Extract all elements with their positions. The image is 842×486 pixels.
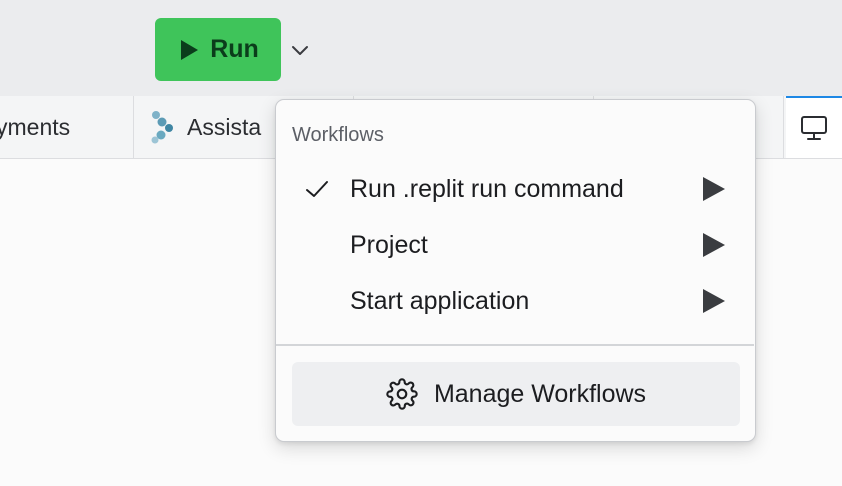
play-icon[interactable] <box>700 232 726 258</box>
chevron-down-icon <box>292 46 308 55</box>
menu-heading: Workflows <box>292 124 384 146</box>
tab-label: Assista <box>187 113 262 140</box>
tab-label: yments <box>0 113 71 140</box>
monitor-icon <box>801 116 827 140</box>
run-button[interactable]: Run <box>155 18 281 81</box>
run-options-dropdown-toggle[interactable] <box>288 38 312 62</box>
workflow-item-project[interactable]: Project <box>276 220 754 270</box>
workflow-item-label: Run .replit run command <box>350 175 624 203</box>
play-icon[interactable] <box>700 176 726 202</box>
checkmark-icon <box>306 181 328 197</box>
assistant-icon <box>151 111 173 144</box>
tab-deployments[interactable]: yments <box>0 96 134 158</box>
workflow-item-run-replit[interactable]: Run .replit run command <box>276 164 754 214</box>
workflow-item-label: Project <box>350 231 428 259</box>
workflow-item-start-application[interactable]: Start application <box>276 276 754 326</box>
workflows-dropdown-menu: Workflows Run .replit run command Projec… <box>275 99 756 442</box>
play-icon <box>181 39 199 60</box>
run-button-label: Run <box>210 35 259 63</box>
manage-workflows-button[interactable]: Manage Workflows <box>292 362 740 426</box>
play-icon[interactable] <box>700 288 726 314</box>
manage-workflows-label: Manage Workflows <box>433 379 647 408</box>
tab-webview[interactable] <box>786 96 842 158</box>
top-toolbar: Run <box>0 0 842 96</box>
gear-icon <box>386 378 418 410</box>
menu-divider <box>276 344 754 346</box>
workflow-item-label: Start application <box>350 287 530 315</box>
